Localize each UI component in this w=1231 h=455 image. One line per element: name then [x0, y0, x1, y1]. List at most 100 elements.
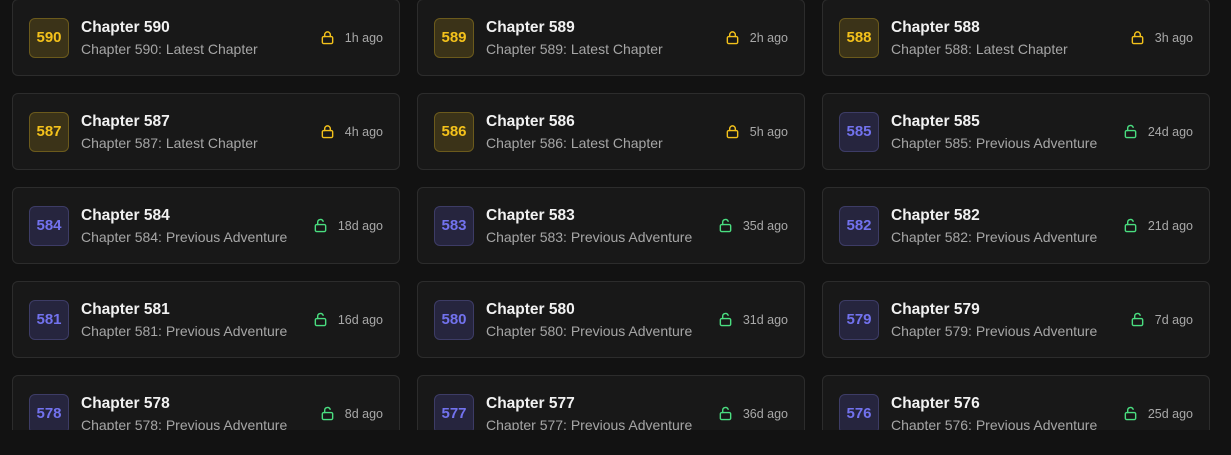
chapter-card-581[interactable]: 581 Chapter 581 Chapter 581: Previous Ad…	[12, 281, 400, 358]
lock-icon	[320, 124, 335, 139]
chapter-text: Chapter 586 Chapter 586: Latest Chapter	[486, 112, 717, 152]
chapter-meta: 3h ago	[1130, 30, 1193, 45]
chapter-title: Chapter 586	[486, 112, 575, 130]
chapter-number-badge: 589	[434, 17, 474, 58]
chapter-title: Chapter 577	[486, 394, 575, 412]
chapter-subtitle: Chapter 581: Previous Adventure	[81, 322, 288, 339]
chapter-meta: 18d ago	[313, 218, 383, 233]
chapter-card-589[interactable]: 589 Chapter 589 Chapter 589: Latest Chap…	[417, 0, 805, 76]
chapter-card-583[interactable]: 583 Chapter 583 Chapter 583: Previous Ad…	[417, 187, 805, 264]
unlock-icon	[313, 218, 328, 233]
chapter-text: Chapter 588 Chapter 588: Latest Chapter	[891, 18, 1122, 58]
chapter-text: Chapter 587 Chapter 587: Latest Chapter	[81, 112, 312, 152]
chapter-card-588[interactable]: 588 Chapter 588 Chapter 588: Latest Chap…	[822, 0, 1210, 76]
chapter-number-badge: 580	[434, 299, 474, 340]
lock-icon	[320, 30, 335, 45]
chapter-subtitle: Chapter 585: Previous Adventure	[891, 134, 1098, 151]
chapter-title: Chapter 581	[81, 300, 170, 318]
chapter-title: Chapter 576	[891, 394, 980, 412]
chapter-subtitle: Chapter 580: Previous Adventure	[486, 322, 693, 339]
chapter-time: 21d ago	[1147, 218, 1193, 233]
chapter-meta: 25d ago	[1123, 406, 1193, 421]
chapter-text: Chapter 576 Chapter 576: Previous Advent…	[891, 394, 1115, 431]
chapter-text: Chapter 583 Chapter 583: Previous Advent…	[486, 206, 710, 246]
chapter-card-578[interactable]: 578 Chapter 578 Chapter 578: Previous Ad…	[12, 375, 400, 430]
chapter-number-badge: 588	[839, 17, 879, 58]
chapter-title: Chapter 590	[81, 18, 170, 36]
chapter-title: Chapter 588	[891, 18, 980, 36]
chapter-time: 18d ago	[337, 218, 383, 233]
chapter-card-587[interactable]: 587 Chapter 587 Chapter 587: Latest Chap…	[12, 93, 400, 170]
unlock-icon	[1123, 218, 1138, 233]
chapter-subtitle: Chapter 586: Latest Chapter	[486, 134, 663, 151]
chapter-text: Chapter 585 Chapter 585: Previous Advent…	[891, 112, 1115, 152]
chapter-card-580[interactable]: 580 Chapter 580 Chapter 580: Previous Ad…	[417, 281, 805, 358]
unlock-icon	[1130, 312, 1145, 327]
chapter-text: Chapter 590 Chapter 590: Latest Chapter	[81, 18, 312, 58]
chapter-time: 5h ago	[749, 124, 788, 139]
chapter-subtitle: Chapter 589: Latest Chapter	[486, 40, 663, 57]
chapter-title: Chapter 587	[81, 112, 170, 130]
unlock-icon	[718, 406, 733, 421]
chapter-time: 36d ago	[742, 406, 788, 421]
chapter-title: Chapter 580	[486, 300, 575, 318]
chapter-time: 16d ago	[337, 312, 383, 327]
chapter-list-viewport[interactable]: 590 Chapter 590 Chapter 590: Latest Chap…	[0, 0, 1231, 430]
chapter-meta: 21d ago	[1123, 218, 1193, 233]
chapter-time: 7d ago	[1154, 312, 1193, 327]
chapter-number-badge: 587	[29, 111, 69, 152]
chapter-subtitle: Chapter 588: Latest Chapter	[891, 40, 1068, 57]
chapter-title: Chapter 589	[486, 18, 575, 36]
chapter-text: Chapter 582 Chapter 582: Previous Advent…	[891, 206, 1115, 246]
unlock-icon	[320, 406, 335, 421]
chapter-meta: 1h ago	[320, 30, 383, 45]
chapter-time: 31d ago	[742, 312, 788, 327]
chapter-number-badge: 590	[29, 17, 69, 58]
chapter-subtitle: Chapter 578: Previous Adventure	[81, 416, 288, 431]
chapter-time: 24d ago	[1147, 124, 1193, 139]
chapter-meta: 2h ago	[725, 30, 788, 45]
lock-icon	[1130, 30, 1145, 45]
chapter-number-badge: 584	[29, 205, 69, 246]
chapter-text: Chapter 577 Chapter 577: Previous Advent…	[486, 394, 710, 431]
chapter-card-577[interactable]: 577 Chapter 577 Chapter 577: Previous Ad…	[417, 375, 805, 430]
chapter-card-576[interactable]: 576 Chapter 576 Chapter 576: Previous Ad…	[822, 375, 1210, 430]
chapter-title: Chapter 585	[891, 112, 980, 130]
chapter-time: 1h ago	[344, 30, 383, 45]
chapter-card-586[interactable]: 586 Chapter 586 Chapter 586: Latest Chap…	[417, 93, 805, 170]
chapter-number-badge: 583	[434, 205, 474, 246]
chapter-title: Chapter 584	[81, 206, 170, 224]
unlock-icon	[718, 218, 733, 233]
chapter-title: Chapter 583	[486, 206, 575, 224]
unlock-icon	[313, 312, 328, 327]
chapter-text: Chapter 584 Chapter 584: Previous Advent…	[81, 206, 305, 246]
chapter-number-badge: 582	[839, 205, 879, 246]
chapter-meta: 36d ago	[718, 406, 788, 421]
chapter-time: 3h ago	[1154, 30, 1193, 45]
lock-icon	[725, 124, 740, 139]
chapter-subtitle: Chapter 590: Latest Chapter	[81, 40, 258, 57]
chapter-meta: 16d ago	[313, 312, 383, 327]
chapter-meta: 4h ago	[320, 124, 383, 139]
chapter-card-582[interactable]: 582 Chapter 582 Chapter 582: Previous Ad…	[822, 187, 1210, 264]
chapter-number-badge: 578	[29, 393, 69, 430]
chapter-card-590[interactable]: 590 Chapter 590 Chapter 590: Latest Chap…	[12, 0, 400, 76]
chapter-time: 8d ago	[344, 406, 383, 421]
chapter-number-badge: 576	[839, 393, 879, 430]
chapter-meta: 5h ago	[725, 124, 788, 139]
chapter-time: 2h ago	[749, 30, 788, 45]
chapter-text: Chapter 589 Chapter 589: Latest Chapter	[486, 18, 717, 58]
chapter-number-badge: 581	[29, 299, 69, 340]
chapter-subtitle: Chapter 587: Latest Chapter	[81, 134, 258, 151]
chapter-time: 25d ago	[1147, 406, 1193, 421]
chapter-number-badge: 585	[839, 111, 879, 152]
lock-icon	[725, 30, 740, 45]
chapter-text: Chapter 578 Chapter 578: Previous Advent…	[81, 394, 312, 431]
chapter-card-579[interactable]: 579 Chapter 579 Chapter 579: Previous Ad…	[822, 281, 1210, 358]
chapter-subtitle: Chapter 582: Previous Adventure	[891, 228, 1098, 245]
chapter-title: Chapter 578	[81, 394, 170, 412]
chapter-card-584[interactable]: 584 Chapter 584 Chapter 584: Previous Ad…	[12, 187, 400, 264]
chapter-title: Chapter 579	[891, 300, 980, 318]
chapter-subtitle: Chapter 579: Previous Adventure	[891, 322, 1098, 339]
chapter-card-585[interactable]: 585 Chapter 585 Chapter 585: Previous Ad…	[822, 93, 1210, 170]
